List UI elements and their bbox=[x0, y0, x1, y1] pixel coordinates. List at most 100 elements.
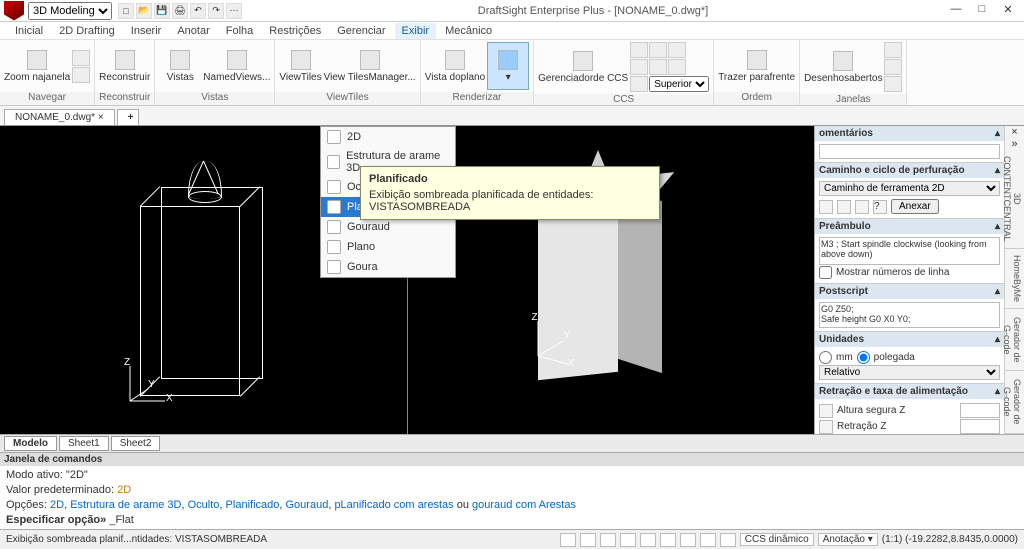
qat-redo-icon[interactable]: ↷ bbox=[208, 3, 224, 19]
ccs-icon-4[interactable] bbox=[630, 59, 648, 75]
vista-do-plano-button[interactable]: Vista doplano bbox=[425, 42, 485, 90]
ccs-icon-1[interactable] bbox=[630, 42, 648, 58]
side-tab-3dcc[interactable]: 3D CONTENTCENTRAL bbox=[1005, 150, 1024, 249]
close-button[interactable]: ✕ bbox=[996, 3, 1020, 19]
collapse-icon[interactable]: ▴ bbox=[995, 221, 1000, 232]
trazer-para-frente-button[interactable]: Trazer parafrente bbox=[718, 42, 795, 90]
qat-more-icon[interactable]: ⋯ bbox=[226, 3, 242, 19]
zoom-na-janela-button[interactable]: Zoom najanela bbox=[4, 42, 70, 90]
qat-save-icon[interactable]: 💾 bbox=[154, 3, 170, 19]
status-ccs-toggle[interactable]: CCS dinâmico bbox=[740, 533, 814, 546]
sheet-tab-modelo[interactable]: Modelo bbox=[4, 436, 57, 451]
unit-mm-radio[interactable] bbox=[819, 351, 832, 364]
side-tab-gcode2[interactable]: Gerador de G-code bbox=[1005, 371, 1024, 434]
cmd-link-wire[interactable]: Estrutura de arame 3D bbox=[70, 499, 181, 511]
folder-icon[interactable] bbox=[837, 200, 851, 214]
status-icon-7[interactable] bbox=[680, 533, 696, 547]
nav-small-2[interactable] bbox=[72, 67, 90, 83]
gerenciador-ccs-button[interactable]: Gerenciadorde CCS bbox=[538, 43, 628, 91]
doc-tab-active[interactable]: NONAME_0.dwg* × bbox=[4, 109, 115, 125]
nav-small-1[interactable] bbox=[72, 50, 90, 66]
command-window-body[interactable]: Modo ativo: "2D" Valor predeterminado: 2… bbox=[0, 466, 1024, 529]
qat-undo-icon[interactable]: ↶ bbox=[190, 3, 206, 19]
collapse-icon[interactable]: ▴ bbox=[995, 286, 1000, 297]
dd-plano[interactable]: Plano bbox=[321, 237, 455, 257]
tab-exibir[interactable]: Exibir bbox=[395, 23, 437, 39]
ccs-view-select[interactable]: Superior bbox=[649, 76, 709, 92]
help-icon[interactable]: ? bbox=[873, 200, 887, 214]
win-icon-3[interactable] bbox=[884, 76, 902, 92]
altura-z-input[interactable] bbox=[960, 403, 1000, 418]
postscript-text[interactable]: G0 Z50;Safe height G0 X0 Y0; bbox=[819, 302, 1000, 328]
ccs-icon-6[interactable] bbox=[668, 59, 686, 75]
tab-gerenciar[interactable]: Gerenciar bbox=[330, 23, 392, 39]
qat-new-icon[interactable]: □ bbox=[118, 3, 134, 19]
cmd-link-gouraud-ar[interactable]: gouraud com Arestas bbox=[472, 499, 576, 511]
maximize-button[interactable]: □ bbox=[970, 3, 994, 19]
preambulo-text[interactable]: M3 ; Start spindle clockwise (looking fr… bbox=[819, 237, 1000, 265]
status-annot-toggle[interactable]: Anotação ▾ bbox=[818, 533, 878, 546]
viewtiles-manager-button[interactable]: View TilesManager... bbox=[324, 42, 416, 90]
cmd-link-2d[interactable]: 2D bbox=[50, 499, 64, 511]
status-icon-9[interactable] bbox=[720, 533, 736, 547]
toolpath-select[interactable]: Caminho de ferramenta 2D bbox=[819, 181, 1000, 196]
qat-print-icon[interactable]: 🖨 bbox=[172, 3, 188, 19]
side-pin-icon[interactable]: » bbox=[1005, 138, 1024, 150]
reconstruir-button[interactable]: Reconstruir bbox=[99, 42, 150, 90]
ccs-icon-2[interactable] bbox=[649, 42, 667, 58]
status-icon-4[interactable] bbox=[620, 533, 636, 547]
collapse-icon[interactable]: ▴ bbox=[995, 334, 1000, 345]
retracao-z-input[interactable] bbox=[960, 419, 1000, 434]
tab-mecanico[interactable]: Mecânico bbox=[438, 23, 499, 39]
viewtiles-button[interactable]: ViewTiles bbox=[279, 42, 321, 90]
desenhos-abertos-button[interactable]: Desenhosabertos bbox=[804, 43, 882, 91]
tab-restricoes[interactable]: Restrições bbox=[262, 23, 328, 39]
doc-tab-close-icon[interactable]: × bbox=[98, 112, 104, 123]
collapse-icon[interactable]: ▴ bbox=[995, 386, 1000, 397]
cmd-link-gouraud[interactable]: Gouraud bbox=[286, 499, 329, 511]
ccs-icon-3[interactable] bbox=[668, 42, 686, 58]
status-icon-8[interactable] bbox=[700, 533, 716, 547]
qat-open-icon[interactable]: 📂 bbox=[136, 3, 152, 19]
tab-inserir[interactable]: Inserir bbox=[124, 23, 169, 39]
vistas-button[interactable]: Vistas bbox=[159, 42, 201, 90]
render-style-button[interactable]: ▾ bbox=[487, 42, 529, 90]
save-icon[interactable] bbox=[855, 200, 869, 214]
side-tab-homebyme[interactable]: HomeByMe bbox=[1005, 249, 1024, 309]
dd-2d[interactable]: 2D bbox=[321, 127, 455, 147]
tab-inicial[interactable]: Inicial bbox=[8, 23, 50, 39]
sheet-tab-2[interactable]: Sheet2 bbox=[111, 436, 161, 451]
status-icon-5[interactable] bbox=[640, 533, 656, 547]
ccs-icon-7[interactable] bbox=[630, 76, 648, 92]
comentarios-input[interactable] bbox=[819, 144, 1000, 159]
status-icon-3[interactable] bbox=[600, 533, 616, 547]
collapse-icon[interactable]: ▴ bbox=[995, 128, 1000, 139]
cmd-link-oculto[interactable]: Oculto bbox=[188, 499, 220, 511]
tab-folha[interactable]: Folha bbox=[219, 23, 261, 39]
named-views-button[interactable]: NamedViews... bbox=[203, 42, 270, 90]
status-icon-2[interactable] bbox=[580, 533, 596, 547]
workspace-select[interactable]: 3D Modeling bbox=[28, 2, 112, 20]
relativo-select[interactable]: Relativo bbox=[819, 365, 1000, 380]
sheet-tab-1[interactable]: Sheet1 bbox=[59, 436, 109, 451]
mostrar-linhas-checkbox[interactable] bbox=[819, 266, 832, 279]
tab-2d-drafting[interactable]: 2D Drafting bbox=[52, 23, 122, 39]
side-tab-gcode1[interactable]: Gerador de G-code bbox=[1005, 309, 1024, 372]
minimize-button[interactable]: — bbox=[944, 3, 968, 19]
add-doc-tab[interactable]: + bbox=[117, 109, 139, 125]
ccs-icon-5[interactable] bbox=[649, 59, 667, 75]
win-icon-2[interactable] bbox=[884, 59, 902, 75]
gear-icon[interactable] bbox=[819, 200, 833, 214]
unit-pol-radio[interactable] bbox=[857, 351, 870, 364]
cmd-link-planif-ar[interactable]: pLanificado com arestas bbox=[334, 499, 453, 511]
dd-goura[interactable]: Goura bbox=[321, 257, 455, 277]
tab-anotar[interactable]: Anotar bbox=[170, 23, 216, 39]
anexar-button[interactable]: Anexar bbox=[891, 199, 939, 214]
cmd-link-planif[interactable]: Planificado bbox=[226, 499, 280, 511]
collapse-icon[interactable]: ▴ bbox=[995, 165, 1000, 176]
win-icon-1[interactable] bbox=[884, 42, 902, 58]
status-icon-1[interactable] bbox=[560, 533, 576, 547]
dd-gouraud[interactable]: Gouraud bbox=[321, 217, 455, 237]
status-icon-6[interactable] bbox=[660, 533, 676, 547]
side-close-icon[interactable]: × bbox=[1005, 126, 1024, 138]
